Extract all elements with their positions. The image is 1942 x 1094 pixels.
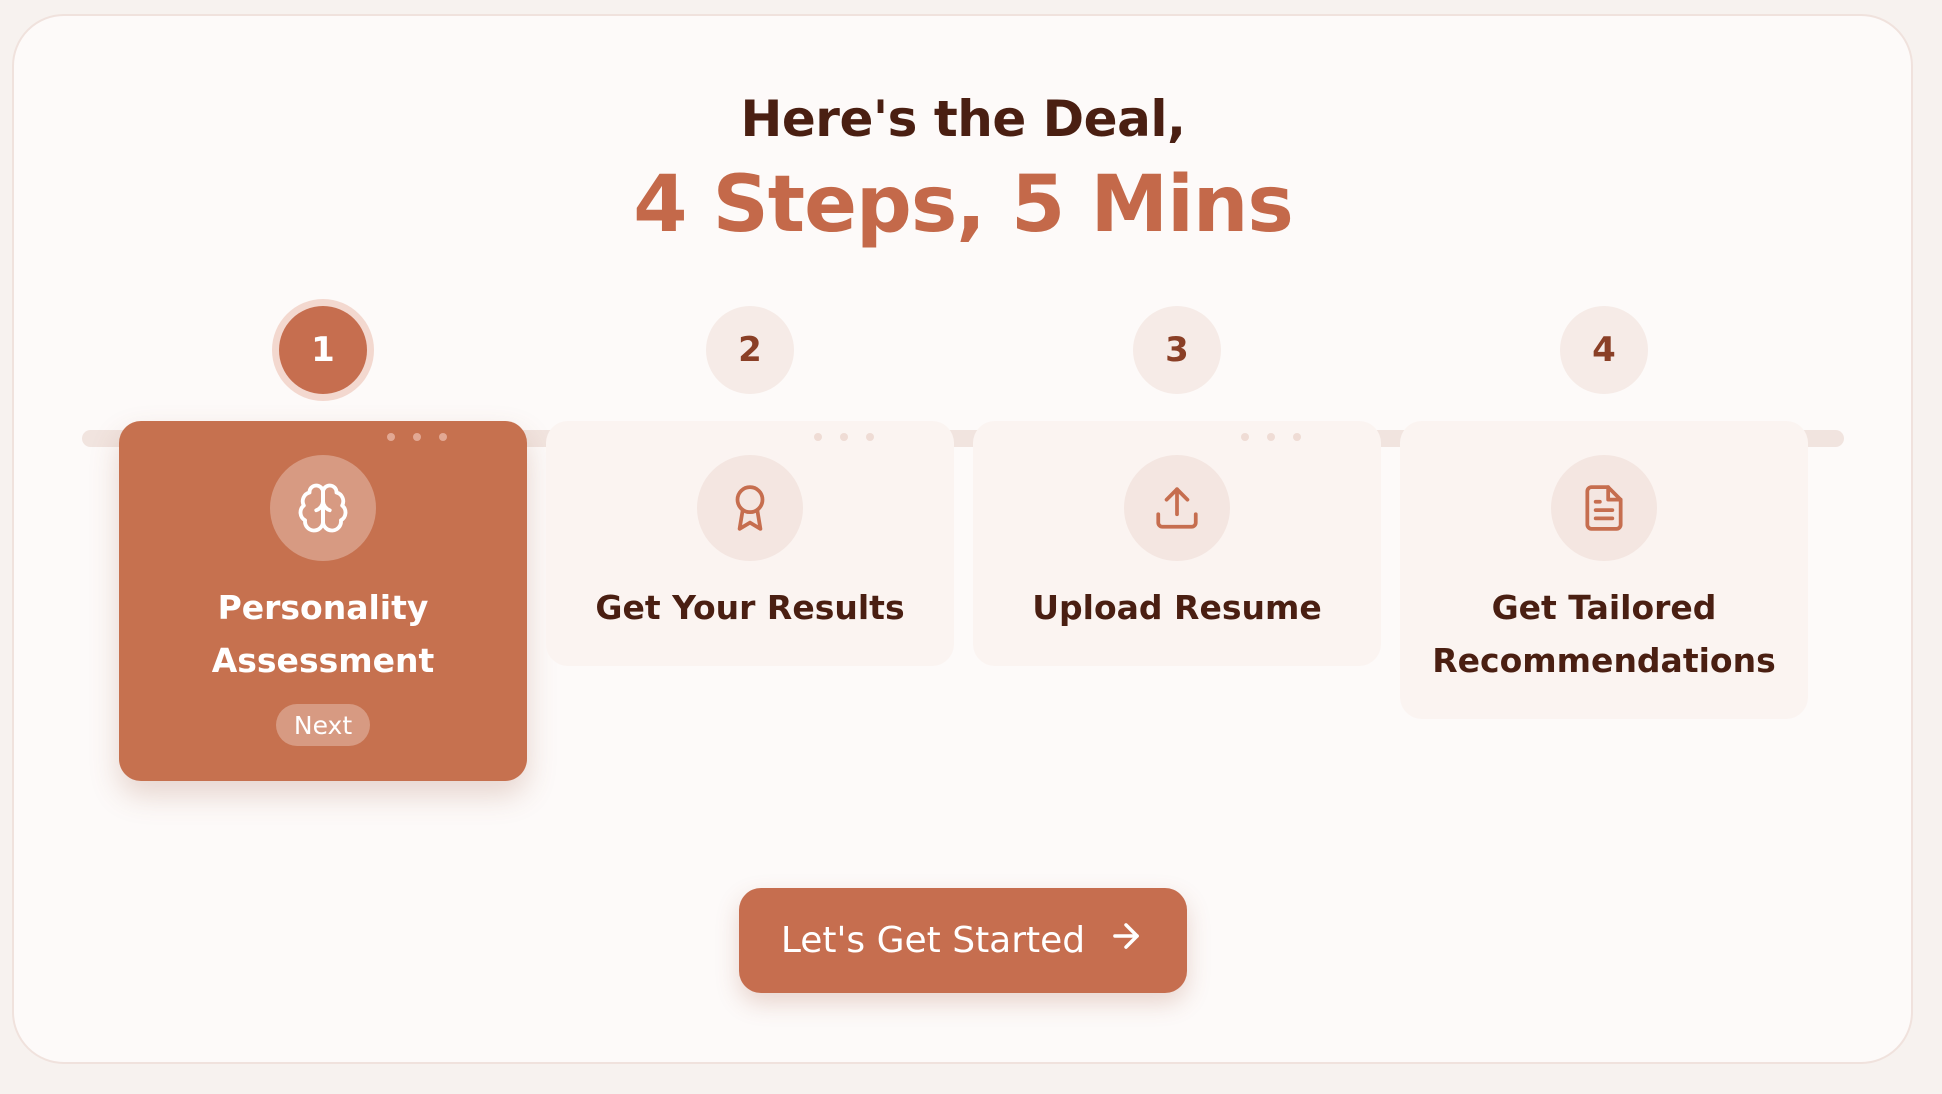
page-frame: Here's the Deal, 4 Steps, 5 Mins 1 2 3 4… bbox=[0, 0, 1942, 1094]
step-card-get-your-results[interactable]: Get Your Results bbox=[546, 421, 954, 666]
step-number-4: 4 bbox=[1560, 306, 1648, 394]
next-badge: Next bbox=[276, 704, 370, 746]
dot bbox=[814, 433, 822, 441]
step-number-3: 3 bbox=[1133, 306, 1221, 394]
document-icon bbox=[1551, 455, 1657, 561]
card-dots bbox=[387, 433, 447, 441]
brain-icon bbox=[270, 455, 376, 561]
upload-icon bbox=[1124, 455, 1230, 561]
step-number-1: 1 bbox=[279, 306, 367, 394]
dot bbox=[413, 433, 421, 441]
page-subheading: 4 Steps, 5 Mins bbox=[633, 160, 1294, 250]
award-icon bbox=[697, 455, 803, 561]
dot bbox=[1241, 433, 1249, 441]
step-number-2: 2 bbox=[706, 306, 794, 394]
step-card-personality-assessment[interactable]: Personality Assessment Next bbox=[119, 421, 527, 781]
page-heading: Here's the Deal, bbox=[740, 90, 1186, 148]
step-title: Get Tailored Recommendations bbox=[1432, 588, 1776, 680]
get-started-button[interactable]: Let's Get Started bbox=[739, 888, 1187, 993]
get-started-label: Let's Get Started bbox=[780, 920, 1086, 961]
card-dots bbox=[814, 433, 874, 441]
card-dots bbox=[1241, 433, 1301, 441]
dot bbox=[866, 433, 874, 441]
dot bbox=[840, 433, 848, 441]
dot bbox=[439, 433, 447, 441]
arrow-right-icon bbox=[1107, 917, 1145, 964]
step-title: Get Your Results bbox=[595, 588, 905, 627]
dot bbox=[1293, 433, 1301, 441]
step-title: Upload Resume bbox=[1032, 588, 1322, 627]
step-title: Personality Assessment bbox=[211, 588, 435, 680]
step-card-get-tailored-recommendations[interactable]: Get Tailored Recommendations bbox=[1400, 421, 1808, 719]
dot bbox=[1267, 433, 1275, 441]
dot bbox=[387, 433, 395, 441]
step-card-upload-resume[interactable]: Upload Resume bbox=[973, 421, 1381, 666]
